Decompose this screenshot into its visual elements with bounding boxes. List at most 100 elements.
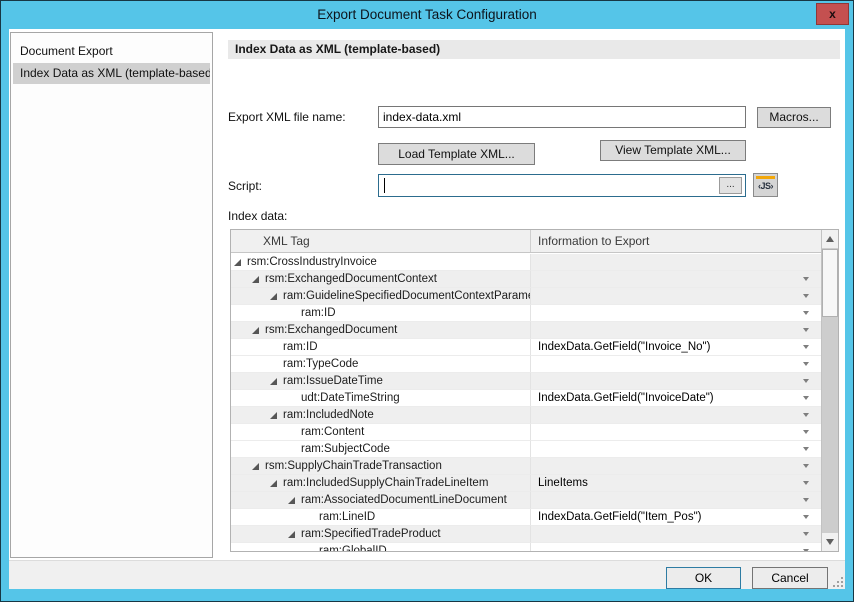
script-label: Script: [228,175,262,197]
vertical-scrollbar[interactable] [821,230,838,551]
column-header-xml-tag[interactable]: XML Tag [231,230,531,252]
scrollbar-thumb[interactable] [822,249,838,317]
xml-tag-label: ram:ID [231,305,530,321]
information-to-export-value[interactable]: IndexData.GetField("InvoiceDate") [531,390,821,406]
information-to-export-value[interactable]: IndexData.GetField("Invoice_No") [531,339,821,355]
cancel-button[interactable]: Cancel [752,567,828,589]
table-row[interactable]: ram:IssueDateTime [231,373,821,390]
expander-icon[interactable] [252,327,259,334]
xml-tag-label: rsm:SupplyChainTradeTransaction [231,458,530,474]
dropdown-arrow-icon[interactable] [803,447,809,451]
information-to-export-value[interactable]: LineItems [531,475,821,491]
xml-tag-label: rsm:CrossIndustryInvoice [231,254,530,270]
expander-icon[interactable] [252,276,259,283]
xml-tag-label: ram:GlobalID [231,543,530,551]
table-row[interactable]: rsm:SupplyChainTradeTransaction [231,458,821,475]
dropdown-arrow-icon[interactable] [803,532,809,536]
load-template-xml-button[interactable]: Load Template XML... [378,143,535,165]
scroll-up-icon [826,236,834,242]
table-row[interactable]: ram:AssociatedDocumentLineDocument [231,492,821,509]
table-row[interactable]: ram:SpecifiedTradeProduct [231,526,821,543]
dropdown-arrow-icon[interactable] [803,277,809,281]
xml-tag-label: ram:ID [231,339,530,355]
grid-header: XML Tag Information to Export [231,230,821,253]
dropdown-arrow-icon[interactable] [803,294,809,298]
xml-tag-label: ram:SubjectCode [231,441,530,457]
table-row[interactable]: rsm:ExchangedDocumentContext [231,271,821,288]
information-to-export-value[interactable]: IndexData.GetField("Item_Pos") [531,509,821,525]
section-header: Index Data as XML (template-based) [228,40,840,59]
export-file-label: Export XML file name: [228,106,346,128]
dropdown-arrow-icon[interactable] [803,413,809,417]
sidebar-item-document-export[interactable]: Document Export [13,41,210,62]
scroll-up-button[interactable] [822,230,838,248]
expander-icon[interactable] [270,412,277,419]
expander-icon[interactable] [234,259,241,266]
dropdown-arrow-icon[interactable] [803,430,809,434]
script-input[interactable]: ... [378,174,746,197]
dropdown-arrow-icon[interactable] [803,515,809,519]
dropdown-arrow-icon[interactable] [803,498,809,502]
expander-icon[interactable] [288,497,295,504]
dropdown-arrow-icon[interactable] [803,379,809,383]
table-row[interactable]: udt:DateTimeStringIndexData.GetField("In… [231,390,821,407]
titlebar[interactable]: Export Document Task Configuration [1,1,853,29]
dropdown-arrow-icon[interactable] [803,481,809,485]
caret [384,178,385,193]
dropdown-arrow-icon[interactable] [803,464,809,468]
table-row[interactable]: ram:SubjectCode [231,441,821,458]
xml-tag-label: ram:Content [231,424,530,440]
dropdown-arrow-icon[interactable] [803,311,809,315]
js-script-icon: ‹JS› [754,180,777,192]
dropdown-arrow-icon[interactable] [803,396,809,400]
browse-button[interactable]: ... [719,177,742,194]
js-icon-accent-bar [756,176,775,179]
view-template-xml-button[interactable]: View Template XML... [600,140,746,161]
index-data-grid: XML Tag Information to Export rsm:CrossI… [230,229,839,552]
xml-tag-label: udt:DateTimeString [231,390,530,406]
expander-icon[interactable] [270,378,277,385]
scroll-down-button[interactable] [822,533,838,551]
ok-button[interactable]: OK [666,567,741,589]
close-icon: x [829,7,836,21]
dialog-title: Export Document Task Configuration [1,1,853,28]
xml-tag-label: ram:TypeCode [231,356,530,372]
dropdown-arrow-icon[interactable] [803,362,809,366]
column-header-information-to-export[interactable]: Information to Export [531,230,821,252]
dropdown-arrow-icon[interactable] [803,549,809,551]
table-row[interactable]: ram:IDIndexData.GetField("Invoice_No") [231,339,821,356]
table-row[interactable]: rsm:ExchangedDocument [231,322,821,339]
sidebar-item-index-data-xml[interactable]: Index Data as XML (template-based) [13,63,210,84]
footer-bar: OK Cancel [9,560,845,589]
resize-grip-icon[interactable] [833,577,844,588]
scroll-down-icon [826,539,834,545]
dialog-window: Export Document Task Configuration x Doc… [0,0,854,602]
tree-grid-body: rsm:CrossIndustryInvoicersm:ExchangedDoc… [231,254,821,551]
table-row[interactable]: ram:GlobalID [231,543,821,551]
dropdown-arrow-icon[interactable] [803,345,809,349]
expander-icon[interactable] [252,463,259,470]
xml-tag-label: rsm:ExchangedDocument [231,322,530,338]
export-file-input[interactable]: index-data.xml [378,106,746,128]
table-row[interactable]: ram:IncludedNote [231,407,821,424]
dialog-content: Document Export Index Data as XML (templ… [9,29,845,589]
index-data-label: Index data: [228,206,287,226]
expander-icon[interactable] [270,293,277,300]
table-row[interactable]: ram:LineIDIndexData.GetField("Item_Pos") [231,509,821,526]
expander-icon[interactable] [270,480,277,487]
table-row[interactable]: rsm:CrossIndustryInvoice [231,254,821,271]
macros-button[interactable]: Macros... [757,107,831,128]
task-list: Document Export Index Data as XML (templ… [10,32,213,558]
table-row[interactable]: ram:GuidelineSpecifiedDocumentContextPar… [231,288,821,305]
xml-tag-label: ram:SpecifiedTradeProduct [231,526,530,542]
script-editor-button[interactable]: ‹JS› [753,173,778,197]
expander-icon[interactable] [288,531,295,538]
table-row[interactable]: ram:Content [231,424,821,441]
table-row[interactable]: ram:IncludedSupplyChainTradeLineItemLine… [231,475,821,492]
xml-tag-label: ram:LineID [231,509,530,525]
table-row[interactable]: ram:ID [231,305,821,322]
xml-tag-label: rsm:ExchangedDocumentContext [231,271,530,287]
close-button[interactable]: x [816,3,849,25]
table-row[interactable]: ram:TypeCode [231,356,821,373]
dropdown-arrow-icon[interactable] [803,328,809,332]
